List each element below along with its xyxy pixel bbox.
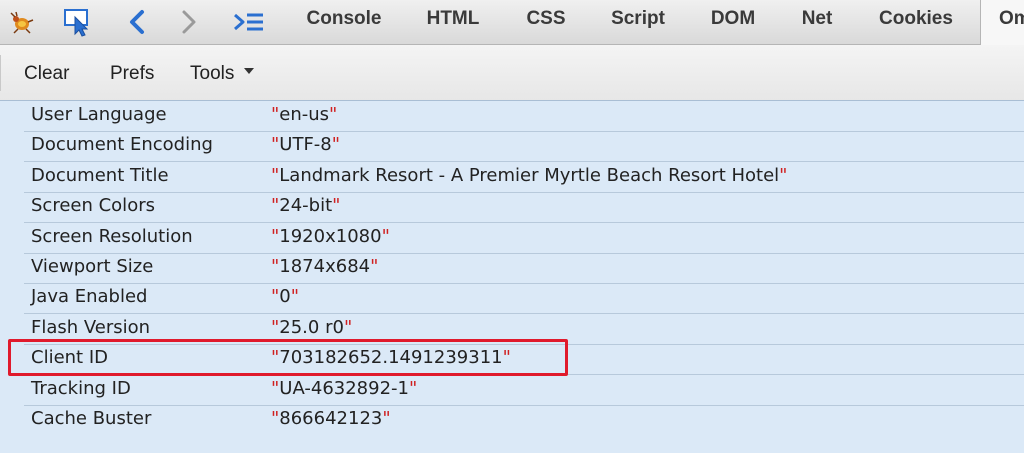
property-key: Document Title (31, 165, 169, 186)
property-row-tracking-id: Tracking ID "UA-4632892-1" (24, 375, 1024, 406)
property-value[interactable]: "1874x684" (271, 256, 378, 277)
tab-net[interactable]: Net (782, 0, 852, 44)
property-value[interactable]: "703182652.1491239311" (271, 347, 511, 368)
tab-cookies[interactable]: Cookies (864, 0, 968, 44)
command-line-icon[interactable] (228, 0, 270, 44)
property-key: Screen Colors (31, 195, 155, 216)
property-key: Document Encoding (31, 134, 213, 155)
firebug-icon[interactable] (4, 0, 38, 44)
property-key: Java Enabled (31, 286, 148, 307)
forward-arrow-icon[interactable] (172, 0, 206, 44)
tab-console[interactable]: Console (288, 0, 400, 44)
toolbar: Clear Prefs Tools (0, 45, 1024, 101)
property-value[interactable]: "en-us" (271, 104, 337, 125)
tab-css[interactable]: CSS (510, 0, 582, 44)
property-value[interactable]: "UA-4632892-1" (271, 378, 417, 399)
tab-html[interactable]: HTML (410, 0, 496, 44)
property-row-cache-buster: Cache Buster "866642123" (24, 405, 1024, 435)
property-row-document-title: Document Title "Landmark Resort - A Prem… (24, 162, 1024, 193)
property-value[interactable]: "25.0 r0" (271, 317, 352, 338)
property-key: Flash Version (31, 317, 151, 338)
property-key: Viewport Size (31, 256, 154, 277)
prefs-button[interactable]: Prefs (110, 45, 154, 100)
property-table: User Language "en-us" Document Encoding … (24, 101, 1024, 453)
tools-label: Tools (190, 63, 235, 84)
property-row-screen-colors: Screen Colors "24-bit" (24, 192, 1024, 223)
property-row-flash-version: Flash Version "25.0 r0" (24, 314, 1024, 345)
property-key: Screen Resolution (31, 226, 193, 247)
property-row-user-language: User Language "en-us" (24, 101, 1024, 132)
property-key: Cache Buster (31, 408, 152, 429)
property-key: User Language (31, 104, 167, 125)
tab-dom[interactable]: DOM (696, 0, 770, 44)
property-value[interactable]: "UTF-8" (271, 134, 340, 155)
property-value[interactable]: "1920x1080" (271, 226, 390, 247)
tab-script[interactable]: Script (594, 0, 682, 44)
chevron-down-icon (244, 67, 255, 74)
property-row-viewport-size: Viewport Size "1874x684" (24, 253, 1024, 284)
tab-bar: Console HTML CSS Script DOM Net Cookies … (0, 0, 1024, 46)
toolbar-handle (0, 55, 5, 91)
property-row-java-enabled: Java Enabled "0" (24, 283, 1024, 314)
property-key: Tracking ID (31, 378, 131, 399)
clear-button[interactable]: Clear (24, 45, 69, 100)
property-value[interactable]: "866642123" (271, 408, 391, 429)
back-arrow-icon[interactable] (120, 0, 154, 44)
tools-menu-button[interactable]: Tools (190, 45, 255, 100)
property-value[interactable]: "0" (271, 286, 299, 307)
property-value[interactable]: "Landmark Resort - A Premier Myrtle Beac… (271, 165, 787, 186)
property-row-client-id: Client ID "703182652.1491239311" (24, 344, 1024, 375)
inspect-element-icon[interactable] (58, 0, 98, 44)
property-row-screen-resolution: Screen Resolution "1920x1080" (24, 223, 1024, 254)
property-row-document-encoding: Document Encoding "UTF-8" (24, 131, 1024, 162)
property-value[interactable]: "24-bit" (271, 195, 340, 216)
tab-omnibug[interactable]: Om (980, 0, 1024, 46)
property-key: Client ID (31, 347, 109, 368)
